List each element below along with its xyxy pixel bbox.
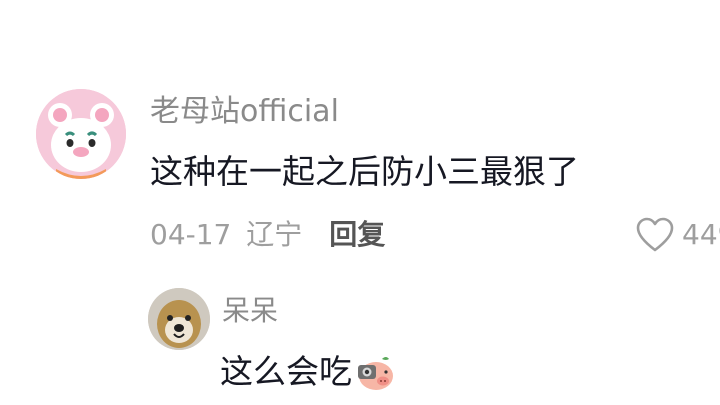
comment-location: 辽宁: [246, 218, 303, 251]
reply-text: 这么会吃: [220, 352, 352, 391]
comment-thread: 老母站official 这种在一起之后防小三最狠了 04-17 辽宁 回复 44…: [0, 0, 720, 405]
comment-date: 04-17: [150, 218, 232, 251]
pig-camera-emoji-icon: [358, 357, 393, 390]
reply-button[interactable]: 回复: [329, 218, 385, 251]
heart-outline-icon[interactable]: [636, 217, 674, 253]
comment-username[interactable]: 老母站official: [150, 92, 339, 132]
like-button[interactable]: 449: [636, 214, 720, 256]
reply-username[interactable]: 呆呆: [222, 292, 278, 330]
reply-avatar[interactable]: [148, 288, 210, 350]
avatar[interactable]: [36, 89, 126, 179]
like-count: 449: [682, 218, 720, 251]
comment-meta: 04-17 辽宁 回复: [150, 215, 385, 255]
pink-bear-avatar-icon: [36, 89, 126, 179]
dog-face-avatar-icon: [148, 288, 210, 350]
comment-text: 这种在一起之后防小三最狠了: [150, 152, 579, 191]
reply-text-row: 这么会吃: [220, 350, 396, 394]
